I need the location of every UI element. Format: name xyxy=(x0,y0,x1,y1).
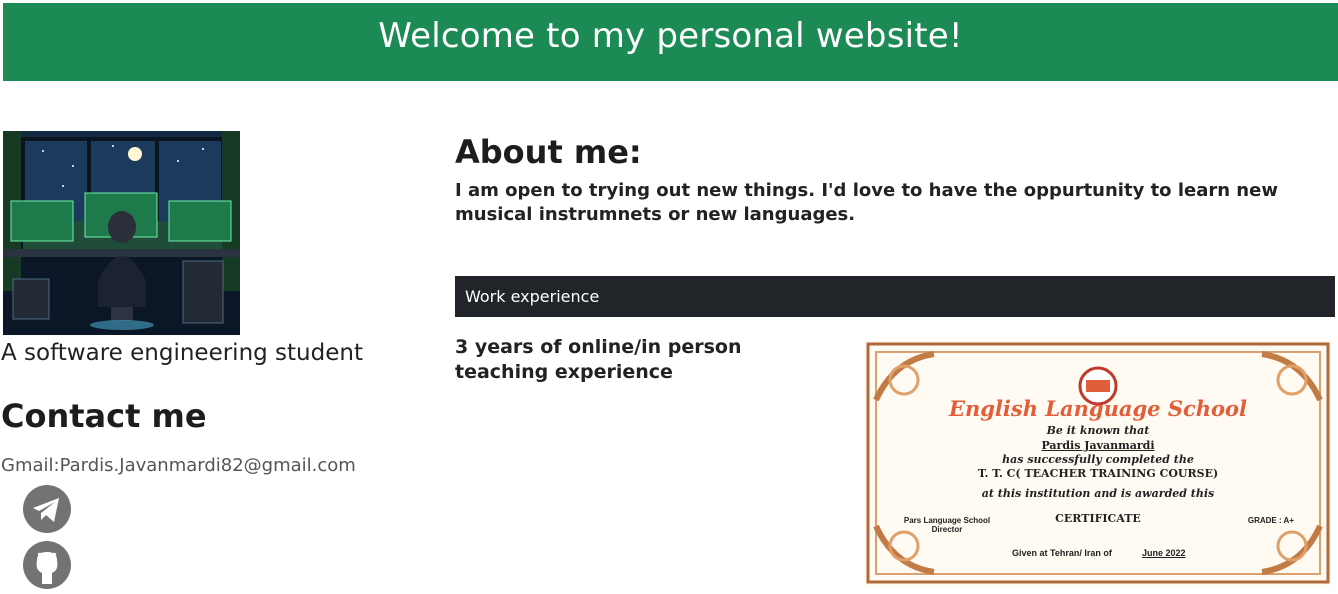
github-link[interactable] xyxy=(19,540,75,590)
certificate-grade: GRADE : A+ xyxy=(1247,516,1294,525)
work-experience-label: Work experience xyxy=(465,287,600,306)
certificate-director: Pars Language School Director xyxy=(903,516,991,534)
certificate-line1: Be it known that xyxy=(1046,424,1150,437)
certificate-name: Pardis Javanmardi xyxy=(1041,439,1155,452)
site-title: Welcome to my personal website! xyxy=(378,16,963,56)
telegram-icon xyxy=(23,485,71,533)
contact-heading: Contact me xyxy=(1,397,207,435)
certificate-date: June 2022 xyxy=(1142,548,1186,558)
experience-text: 3 years of online/in person teaching exp… xyxy=(455,336,742,383)
email-text: Gmail:Pardis.Javanmardi82@gmail.com xyxy=(1,455,356,476)
profile-tagline: A software engineering student xyxy=(1,340,363,366)
about-text: I am open to trying out new things. I'd … xyxy=(455,180,1278,225)
certificate-line2: has successfully completed the xyxy=(1002,453,1194,466)
certificate-given: Given at Tehran/ Iran of xyxy=(1012,548,1112,558)
certificate-course: T. T. C( TEACHER TRAINING COURSE) xyxy=(977,467,1219,480)
site-header: Welcome to my personal website! xyxy=(3,3,1338,81)
work-experience-bar: Work experience xyxy=(455,276,1335,317)
telegram-link[interactable] xyxy=(19,484,75,534)
about-heading: About me: xyxy=(455,133,642,171)
profile-image xyxy=(3,131,240,335)
certificate-image: English Language School Be it known that… xyxy=(864,340,1332,586)
certificate-line3: at this institution and is awarded this xyxy=(981,487,1215,500)
certificate-title: English Language School xyxy=(948,396,1248,421)
github-icon xyxy=(23,541,71,589)
